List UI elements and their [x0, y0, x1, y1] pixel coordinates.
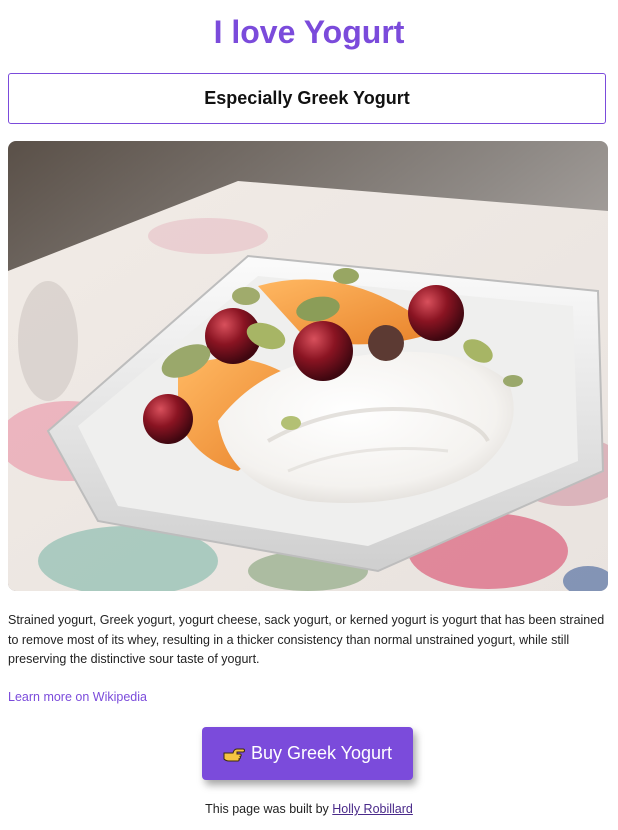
subtitle-box: Especially Greek Yogurt: [8, 73, 606, 124]
footer: This page was built by Holly Robillard: [0, 802, 618, 816]
footer-prefix: This page was built by: [205, 802, 333, 816]
wikipedia-link[interactable]: Learn more on Wikipedia: [8, 690, 147, 704]
description-text: Strained yogurt, Greek yogurt, yogurt ch…: [8, 613, 605, 666]
yogurt-photo-illustration: [8, 141, 608, 591]
buy-button-label: Buy Greek Yogurt: [250, 743, 393, 763]
page-subtitle: Especially Greek Yogurt: [204, 88, 410, 108]
author-link[interactable]: Holly Robillard: [332, 802, 413, 816]
page-title: I love Yogurt: [213, 14, 405, 50]
buy-greek-yogurt-button[interactable]: Buy Greek Yogurt: [202, 727, 413, 780]
page: I love Yogurt Especially Greek Yogurt St…: [0, 0, 618, 830]
yogurt-photo: [8, 141, 608, 591]
pointing-hand-icon: [223, 746, 245, 762]
